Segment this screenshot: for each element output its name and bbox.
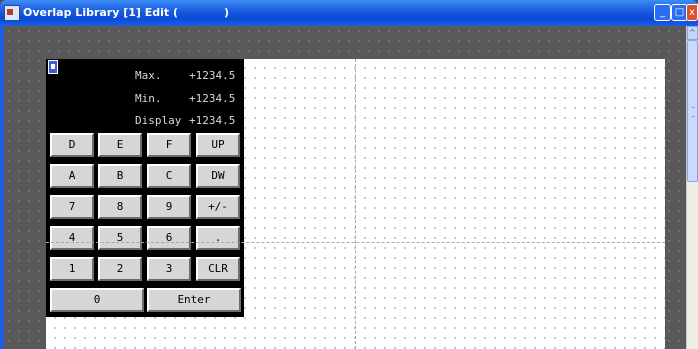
numeric-keypad-object[interactable]: Max. +1234.5 Min. +1234.5 Display +1234.… xyxy=(46,59,244,317)
max-value: +1234.5 xyxy=(189,69,236,82)
key-c[interactable]: C xyxy=(147,164,191,188)
close-button[interactable]: x xyxy=(686,4,698,21)
key-a[interactable]: A xyxy=(50,164,94,188)
key-decimal[interactable]: . xyxy=(196,226,240,250)
key-plus-minus[interactable]: +/- xyxy=(196,195,240,219)
key-dw[interactable]: DW xyxy=(196,164,240,188)
key-f[interactable]: F xyxy=(147,133,191,157)
vertical-guide-line xyxy=(355,59,356,349)
max-label: Max. xyxy=(135,69,162,82)
app-icon[interactable] xyxy=(4,5,20,21)
key-b[interactable]: B xyxy=(98,164,142,188)
key-up[interactable]: UP xyxy=(196,133,240,157)
key-enter[interactable]: Enter xyxy=(147,288,241,312)
key-1[interactable]: 1 xyxy=(50,257,94,281)
key-2[interactable]: 2 xyxy=(98,257,142,281)
key-6[interactable]: 6 xyxy=(147,226,191,250)
key-9[interactable]: 9 xyxy=(147,195,191,219)
display-label: Display xyxy=(135,114,182,127)
key-8[interactable]: 8 xyxy=(98,195,142,219)
min-label: Min. xyxy=(135,92,162,105)
horizontal-guide-line xyxy=(46,242,665,243)
window-title: Overlap Library [1] Edit ( ) xyxy=(23,6,230,19)
key-0[interactable]: 0 xyxy=(50,288,144,312)
keypad-object-icon xyxy=(48,60,58,74)
key-3[interactable]: 3 xyxy=(147,257,191,281)
key-4[interactable]: 4 xyxy=(50,226,94,250)
key-clr[interactable]: CLR xyxy=(196,257,240,281)
min-value: +1234.5 xyxy=(189,92,236,105)
display-value: +1234.5 xyxy=(189,114,236,127)
key-5[interactable]: 5 xyxy=(98,226,142,250)
vertical-scrollbar[interactable]: ^ xyxy=(686,26,698,349)
key-7[interactable]: 7 xyxy=(50,195,94,219)
key-d[interactable]: D xyxy=(50,133,94,157)
minimize-button[interactable]: _ xyxy=(654,4,671,21)
key-e[interactable]: E xyxy=(98,133,142,157)
scroll-up-arrow-icon[interactable]: ^ xyxy=(687,26,698,40)
scrollbar-thumb[interactable] xyxy=(687,40,698,182)
title-bar: Overlap Library [1] Edit ( ) _ □ x xyxy=(0,0,698,26)
